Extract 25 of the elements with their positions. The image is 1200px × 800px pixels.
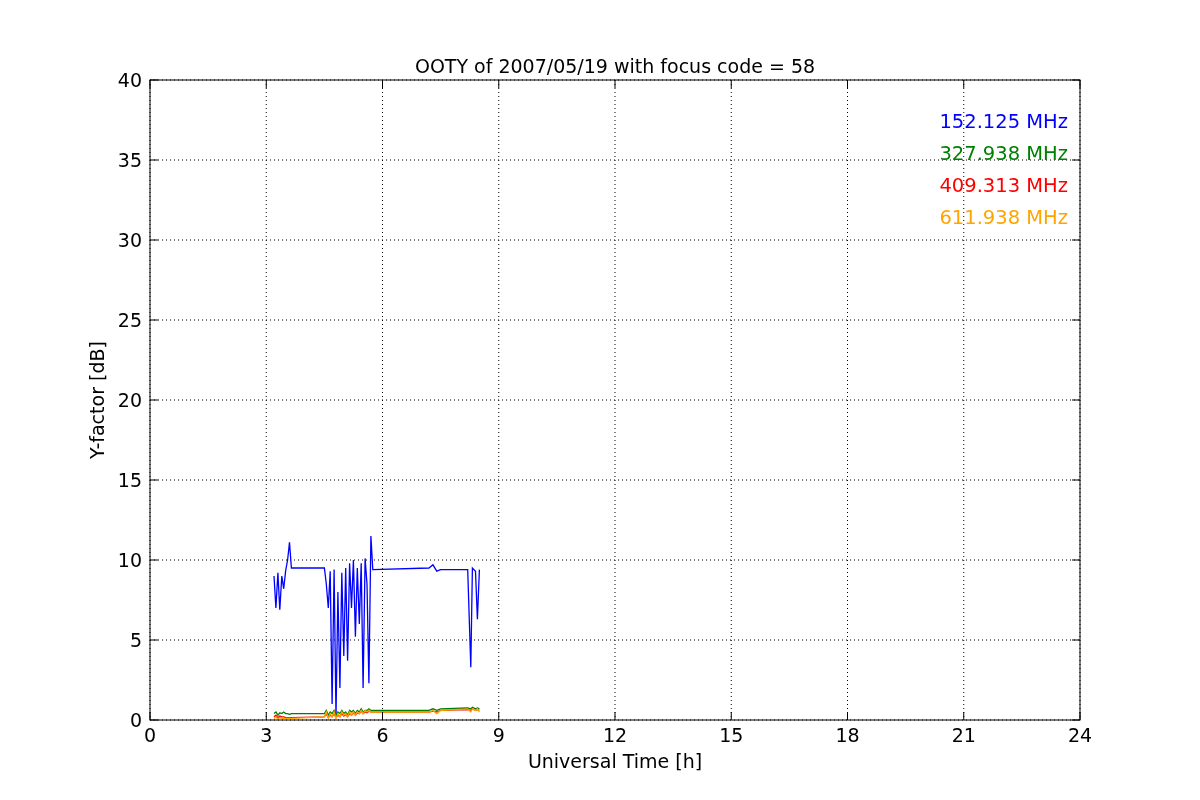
chart-title: OOTY of 2007/05/19 with focus code = 58: [414, 55, 816, 77]
tick-label: 25: [117, 309, 142, 331]
tick-label: 3: [260, 724, 273, 746]
tick-label: 20: [117, 389, 142, 411]
tick-label: 21: [951, 724, 976, 746]
tick-label: 6: [376, 724, 389, 746]
tick-label: 15: [719, 724, 744, 746]
tick-label: 24: [1067, 724, 1093, 746]
tick-label: 15: [117, 469, 142, 491]
tick-label: 0: [129, 709, 142, 731]
axis-label: Universal Time [h]: [527, 750, 703, 772]
legend-label: 327.938 MHz: [939, 142, 1068, 165]
tick-label: 10: [117, 549, 142, 571]
tick-label: 40: [117, 69, 142, 91]
axis-label: Y-factor [dB]: [86, 341, 108, 459]
tick-label: 12: [602, 724, 628, 746]
tick-label: 9: [492, 724, 505, 746]
legend-label: 611.938 MHz: [939, 206, 1068, 229]
tick-label: 30: [117, 229, 142, 251]
tick-label: 5: [129, 629, 142, 651]
legend-label: 152.125 MHz: [939, 110, 1068, 133]
tick-label: 18: [835, 724, 860, 746]
tick-label: 0: [143, 724, 157, 746]
legend-label: 409.313 MHz: [939, 174, 1068, 197]
tick-label: 35: [117, 149, 142, 171]
